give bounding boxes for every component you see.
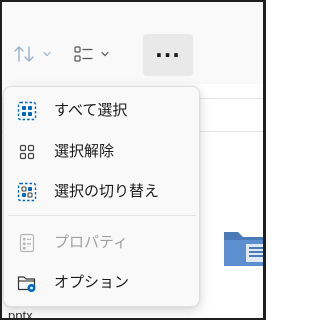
list-view-icon (74, 46, 93, 62)
select-all-icon (17, 101, 37, 121)
menu-item-options[interactable]: オプション (8, 264, 196, 300)
menu-item-label: プロパティ (54, 233, 129, 251)
see-more-button[interactable]: ··· (143, 34, 193, 76)
menu-item-properties[interactable]: プロパティ (8, 224, 196, 260)
menu-item-select-all[interactable]: すべて選択 (8, 92, 196, 128)
menu-item-invert-selection[interactable]: 選択の切り替え (8, 173, 196, 209)
chevron-down-icon (43, 51, 51, 57)
folder-options-icon (17, 276, 36, 292)
menu-item-label: オプション (54, 273, 130, 291)
menu-item-label: すべて選択 (54, 101, 128, 119)
folder-icon[interactable] (220, 226, 266, 270)
menu-item-label: 選択解除 (54, 142, 115, 160)
menu-item-label: 選択の切り替え (54, 182, 160, 200)
see-more-menu: すべて選択 選択解除 選択の切り替え プロパティ オプション (3, 86, 200, 307)
more-icon: ··· (155, 43, 181, 67)
view-button[interactable] (72, 38, 122, 70)
properties-icon (19, 233, 35, 253)
sort-button[interactable] (12, 38, 58, 70)
sort-arrows-icon (14, 46, 34, 62)
menu-separator (8, 215, 196, 216)
command-bar: ··· (0, 0, 266, 84)
file-name[interactable]: pptx (8, 308, 33, 320)
menu-item-select-none[interactable]: 選択解除 (8, 133, 196, 169)
invert-selection-icon (17, 182, 37, 202)
select-none-icon (19, 144, 35, 160)
chevron-down-icon (101, 51, 109, 57)
